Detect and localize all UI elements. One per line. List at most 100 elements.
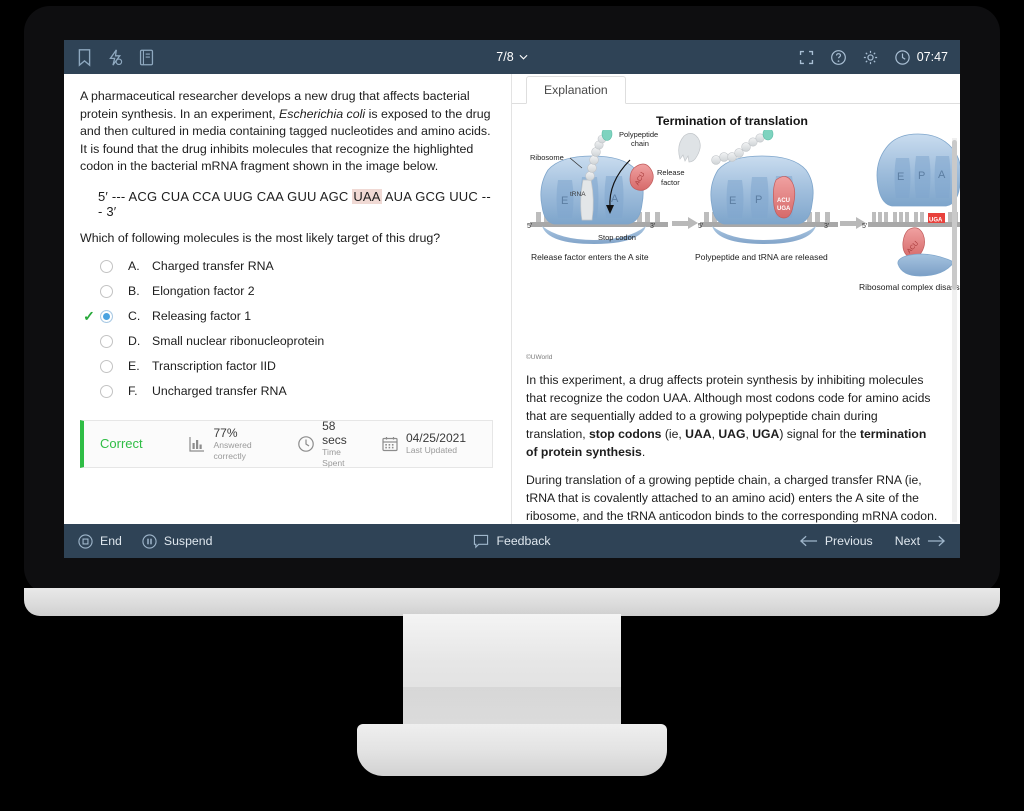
choice-text-c: Releasing factor 1 bbox=[152, 309, 252, 324]
svg-text:Ribosomal complex disassembles: Ribosomal complex disassembles bbox=[859, 282, 960, 292]
para1-seg-k: . bbox=[641, 445, 646, 459]
radio-f[interactable] bbox=[100, 384, 113, 398]
tab-explanation[interactable]: Explanation bbox=[526, 76, 626, 104]
calendar-icon bbox=[381, 435, 399, 453]
choice-text-b: Elongation factor 2 bbox=[152, 284, 255, 299]
stop-icon bbox=[78, 533, 93, 549]
svg-text:3′: 3′ bbox=[824, 223, 830, 230]
explanation-pane: Explanation Termination of translation 5… bbox=[512, 74, 960, 524]
monitor-stand-base bbox=[357, 724, 667, 776]
svg-text:A: A bbox=[938, 169, 946, 181]
content-area: A pharmaceutical researcher develops a n… bbox=[64, 74, 960, 524]
arrow-left-icon bbox=[799, 535, 818, 547]
svg-text:Release factor enters the A si: Release factor enters the A site bbox=[531, 252, 649, 262]
result-status: Correct bbox=[100, 436, 143, 452]
bar-chart-icon bbox=[188, 435, 206, 453]
answer-choice-f[interactable]: F. Uncharged transfer RNA bbox=[80, 379, 493, 404]
next-label: Next bbox=[894, 534, 920, 548]
gear-icon[interactable] bbox=[862, 48, 879, 67]
choice-text-d: Small nuclear ribonucleoprotein bbox=[152, 334, 325, 349]
svg-text:5′: 5′ bbox=[698, 223, 704, 230]
svg-text:E: E bbox=[729, 195, 736, 207]
end-label: End bbox=[100, 534, 122, 548]
answer-choice-a[interactable]: A. Charged transfer RNA bbox=[80, 254, 493, 279]
bookmark-icon[interactable] bbox=[76, 48, 93, 67]
time-spent-value: 58 secs bbox=[322, 418, 347, 447]
feedback-label: Feedback bbox=[496, 534, 551, 548]
lab-values-icon[interactable] bbox=[107, 48, 124, 67]
svg-text:P: P bbox=[755, 194, 762, 206]
timer[interactable]: 07:47 bbox=[894, 48, 948, 67]
monitor: 7/8 07:47 A pharmaceutical researcher de… bbox=[0, 0, 1024, 811]
answered-correctly-label: Answered correctly bbox=[213, 439, 252, 461]
arrow-right-icon bbox=[927, 535, 946, 547]
radio-a[interactable] bbox=[100, 259, 113, 273]
top-toolbar: 7/8 07:47 bbox=[64, 40, 960, 74]
figure-svg: UGA 5′ 3′ E A bbox=[527, 130, 960, 292]
suspend-button[interactable]: Suspend bbox=[142, 533, 212, 549]
pause-icon bbox=[142, 533, 157, 549]
svg-text:Stop codon: Stop codon bbox=[598, 233, 636, 242]
question-pane: A pharmaceutical researcher develops a n… bbox=[64, 74, 512, 524]
answer-choice-d[interactable]: D. Small nuclear ribonucleoprotein bbox=[80, 329, 493, 354]
svg-text:Release: Release bbox=[657, 168, 685, 177]
para1-seg-c: (ie, bbox=[661, 427, 686, 441]
highlighted-codon: UAA bbox=[352, 188, 382, 204]
figure-panel-1: UGA 5′ 3′ E A bbox=[527, 130, 685, 262]
clock-icon bbox=[297, 435, 315, 453]
help-icon[interactable] bbox=[830, 48, 847, 67]
radio-e[interactable] bbox=[100, 359, 113, 373]
monitor-stand-neck bbox=[403, 614, 621, 736]
svg-text:Ribosome: Ribosome bbox=[530, 153, 564, 162]
stat-time-spent: 58 secs Time Spent bbox=[297, 419, 355, 469]
answer-choice-e[interactable]: E. Transcription factor IID bbox=[80, 354, 493, 379]
svg-text:ACU: ACU bbox=[777, 198, 790, 204]
svg-text:5′: 5′ bbox=[527, 223, 533, 230]
para1-uaa: UAA bbox=[685, 427, 712, 441]
next-button[interactable]: Next bbox=[895, 534, 946, 548]
explanation-scroll: Termination of translation 5′ 3′ E A tRN… bbox=[512, 104, 960, 524]
svg-text:A: A bbox=[611, 193, 619, 205]
svg-text:P: P bbox=[918, 170, 925, 182]
para1-seg-i: ) signal for the bbox=[779, 427, 860, 441]
explanation-paragraph-1: In this experiment, a drug affects prote… bbox=[526, 371, 938, 461]
feedback-button[interactable]: Feedback bbox=[473, 534, 551, 549]
choice-text-a: Charged transfer RNA bbox=[152, 259, 274, 274]
sequence-prefix: 5′ --- ACG CUA CCA UUG CAA GUU AGC bbox=[98, 188, 353, 204]
bottom-toolbar-right: Previous Next bbox=[799, 534, 946, 548]
radio-b[interactable] bbox=[100, 284, 113, 298]
top-toolbar-right: 07:47 bbox=[798, 48, 948, 67]
question-counter[interactable]: 7/8 bbox=[496, 50, 528, 64]
svg-text:Polypeptide and tRNA are relea: Polypeptide and tRNA are released bbox=[695, 252, 828, 262]
question-counter-label: 7/8 bbox=[496, 50, 514, 64]
radio-c[interactable] bbox=[100, 309, 113, 323]
stat-answered-correctly: 77% Answered correctly bbox=[188, 426, 271, 462]
time-spent-label: Time Spent bbox=[322, 446, 345, 468]
choice-letter-d: D. bbox=[128, 334, 141, 349]
question-stem: A pharmaceutical researcher develops a n… bbox=[80, 88, 493, 176]
choice-text-f: Uncharged transfer RNA bbox=[152, 384, 287, 399]
timer-value: 07:47 bbox=[916, 50, 948, 64]
last-updated-label: Last Updated bbox=[405, 445, 458, 456]
answer-choice-c[interactable]: ✓ C. Releasing factor 1 bbox=[80, 304, 493, 329]
figure-panel-2: 5′ 3′ E P ACU UGA Polypeptide and tRNA a… bbox=[678, 130, 838, 262]
bottom-toolbar-left: End Suspend bbox=[78, 533, 212, 549]
choice-letter-b: B. bbox=[128, 284, 140, 299]
svg-text:Polypeptide: Polypeptide bbox=[619, 130, 658, 139]
question-lead-in: Which of following molecules is the most… bbox=[80, 230, 441, 245]
answer-choice-b[interactable]: B. Elongation factor 2 bbox=[80, 279, 493, 304]
correct-check-icon: ✓ bbox=[83, 308, 95, 325]
mrna-sequence: 5′ --- ACG CUA CCA UUG CAA GUU AGC UAA A… bbox=[98, 188, 493, 219]
fullscreen-icon[interactable] bbox=[798, 48, 815, 67]
stat-last-updated: 04/25/2021 Last Updated bbox=[381, 431, 466, 456]
notebook-icon[interactable] bbox=[138, 48, 155, 67]
scrollbar-thumb[interactable] bbox=[952, 140, 957, 290]
svg-text:E: E bbox=[561, 195, 568, 207]
svg-text:5′: 5′ bbox=[862, 223, 868, 230]
radio-d[interactable] bbox=[100, 334, 113, 348]
previous-button[interactable]: Previous bbox=[799, 534, 873, 548]
para1-uag: UAG bbox=[718, 427, 746, 441]
end-button[interactable]: End bbox=[78, 533, 122, 549]
choice-letter-f: F. bbox=[128, 384, 138, 399]
choice-text-e: Transcription factor IID bbox=[152, 359, 276, 374]
